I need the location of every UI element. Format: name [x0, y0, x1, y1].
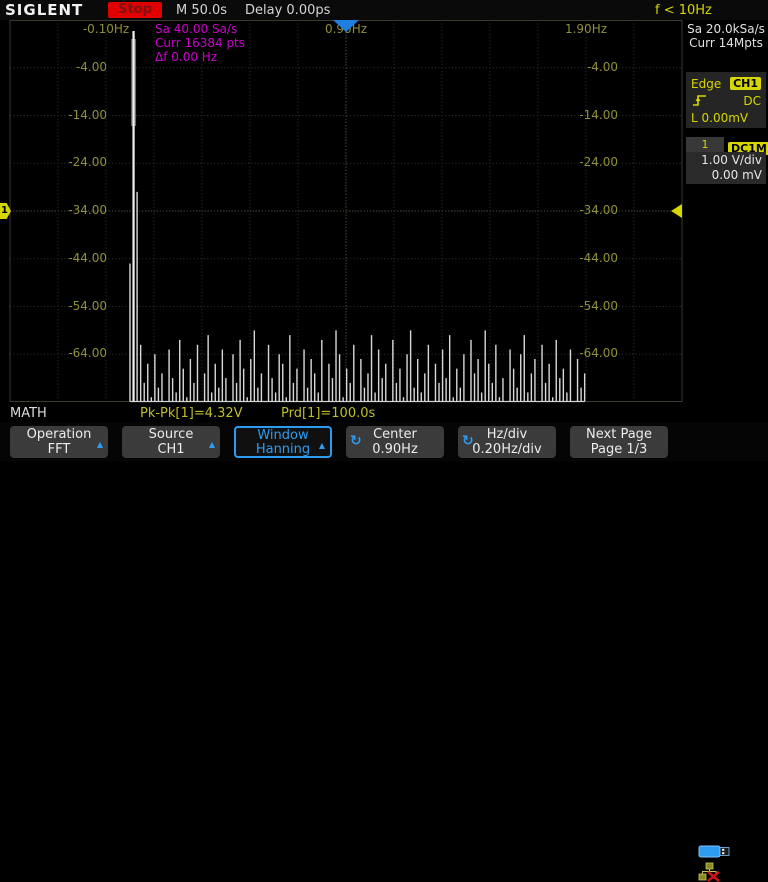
right-db-label-1: -14.00	[0, 108, 618, 122]
rotary-knob-icon: ↻	[350, 434, 362, 449]
left-db-label-5: -54.00	[0, 299, 107, 313]
channel1-offset-readout: 0.00 mV	[686, 168, 762, 183]
softkey-menu-bar: OperationFFT▲SourceCH1▲WindowHanning▲Cen…	[0, 422, 768, 461]
fft-spectrum-plot	[0, 20, 768, 405]
sample-rate-readout: Sa 20.0kSa/s	[684, 22, 768, 36]
freq-axis-label-2: 1.90Hz	[565, 22, 607, 36]
expand-menu-arrow-icon: ▲	[209, 437, 215, 452]
acquisition-info: Sa 20.0kSa/s Curr 14Mpts	[684, 22, 768, 50]
softkey-source[interactable]: SourceCH1▲	[122, 426, 220, 458]
softkey-operation[interactable]: OperationFFT▲	[10, 426, 108, 458]
measurement-pkpk: Pk-Pk[1]=4.32V	[140, 406, 243, 421]
fft-info-readout: Sa 40.00 Sa/s Curr 16384 pts Δf 0.00 Hz	[155, 22, 245, 64]
channel1-position-marker-icon[interactable]: 1	[0, 203, 11, 219]
softkey-title: Operation	[10, 427, 108, 442]
freq-axis-label-0: -0.10Hz	[83, 22, 129, 36]
channel1-coupling-badge[interactable]: DC1M	[728, 137, 766, 152]
softkey-value: FFT	[10, 442, 108, 457]
math-channel-label: MATH	[10, 406, 47, 421]
softkey-hz-div[interactable]: Hz/div0.20Hz/div↻	[458, 426, 556, 458]
run-state-badge[interactable]: Stop	[108, 2, 162, 18]
left-db-label-0: -4.00	[0, 60, 107, 74]
siglent-logo: SIGLENT	[5, 1, 83, 19]
top-status-bar: SIGLENT Stop M 50.0s Delay 0.00ps f < 10…	[0, 0, 768, 20]
right-db-label-2: -24.00	[0, 155, 618, 169]
softkey-window[interactable]: WindowHanning▲	[234, 426, 332, 458]
trigger-level-readout: L 0.00mV	[691, 111, 748, 125]
softkey-value: Page 1/3	[570, 442, 668, 457]
softkey-center[interactable]: Center0.90Hz↻	[346, 426, 444, 458]
softkey-title: Window	[236, 429, 330, 443]
left-db-label-2: -24.00	[0, 155, 107, 169]
usb-device-icon	[698, 844, 734, 859]
left-db-label-3: -34.00	[0, 203, 107, 217]
left-db-label-6: -64.00	[0, 346, 107, 360]
trigger-coupling-label: DC	[743, 94, 761, 108]
trigger-frequency-readout: f < 10Hz	[655, 3, 712, 18]
trigger-panel[interactable]: Edge CH1 DC L 0.00mV	[686, 72, 766, 128]
trigger-level-marker-icon[interactable]	[671, 204, 682, 218]
measurement-row: MATH Pk-Pk[1]=4.32V Prd[1]=100.0s	[0, 405, 768, 422]
right-db-label-5: -54.00	[0, 299, 618, 313]
rotary-knob-icon: ↻	[462, 434, 474, 449]
expand-menu-arrow-icon: ▲	[319, 439, 325, 453]
trigger-type-label: Edge	[691, 77, 721, 91]
softkey-next-page[interactable]: Next PagePage 1/3	[570, 426, 668, 458]
oscilloscope-screen: { "top_bar": { "logo": "SIGLENT", "run_s…	[0, 0, 768, 461]
expand-menu-arrow-icon: ▲	[97, 437, 103, 452]
channel1-tab[interactable]: 1	[686, 137, 724, 152]
rising-edge-icon	[691, 94, 709, 107]
right-db-label-3: -34.00	[0, 203, 618, 217]
lan-disconnected-icon	[698, 862, 722, 882]
memory-depth-readout: Curr 14Mpts	[684, 36, 768, 50]
waveform-display-area: -0.10Hz0.90Hz1.90Hz -4.00-4.00-14.00-14.…	[0, 20, 768, 405]
softkey-value: Hanning	[236, 443, 330, 457]
right-db-label-6: -64.00	[0, 346, 618, 360]
channel1-scale-readout: 1.00 V/div	[686, 153, 762, 168]
right-db-label-0: -4.00	[0, 60, 618, 74]
softkey-value: CH1	[122, 442, 220, 457]
left-db-label-1: -14.00	[0, 108, 107, 122]
timebase-readout: M 50.0s	[176, 3, 227, 18]
measurement-period: Prd[1]=100.0s	[281, 406, 375, 421]
softkey-title: Next Page	[570, 427, 668, 442]
left-db-label-4: -44.00	[0, 251, 107, 265]
channel1-panel[interactable]: 1.00 V/div 0.00 mV	[686, 152, 766, 184]
delay-readout: Delay 0.00ps	[245, 3, 330, 18]
right-db-label-4: -44.00	[0, 251, 618, 265]
trigger-source-badge[interactable]: CH1	[730, 77, 761, 90]
softkey-title: Source	[122, 427, 220, 442]
right-sidebar: Sa 20.0kSa/s Curr 14Mpts Edge CH1 DC L 0…	[684, 20, 768, 405]
